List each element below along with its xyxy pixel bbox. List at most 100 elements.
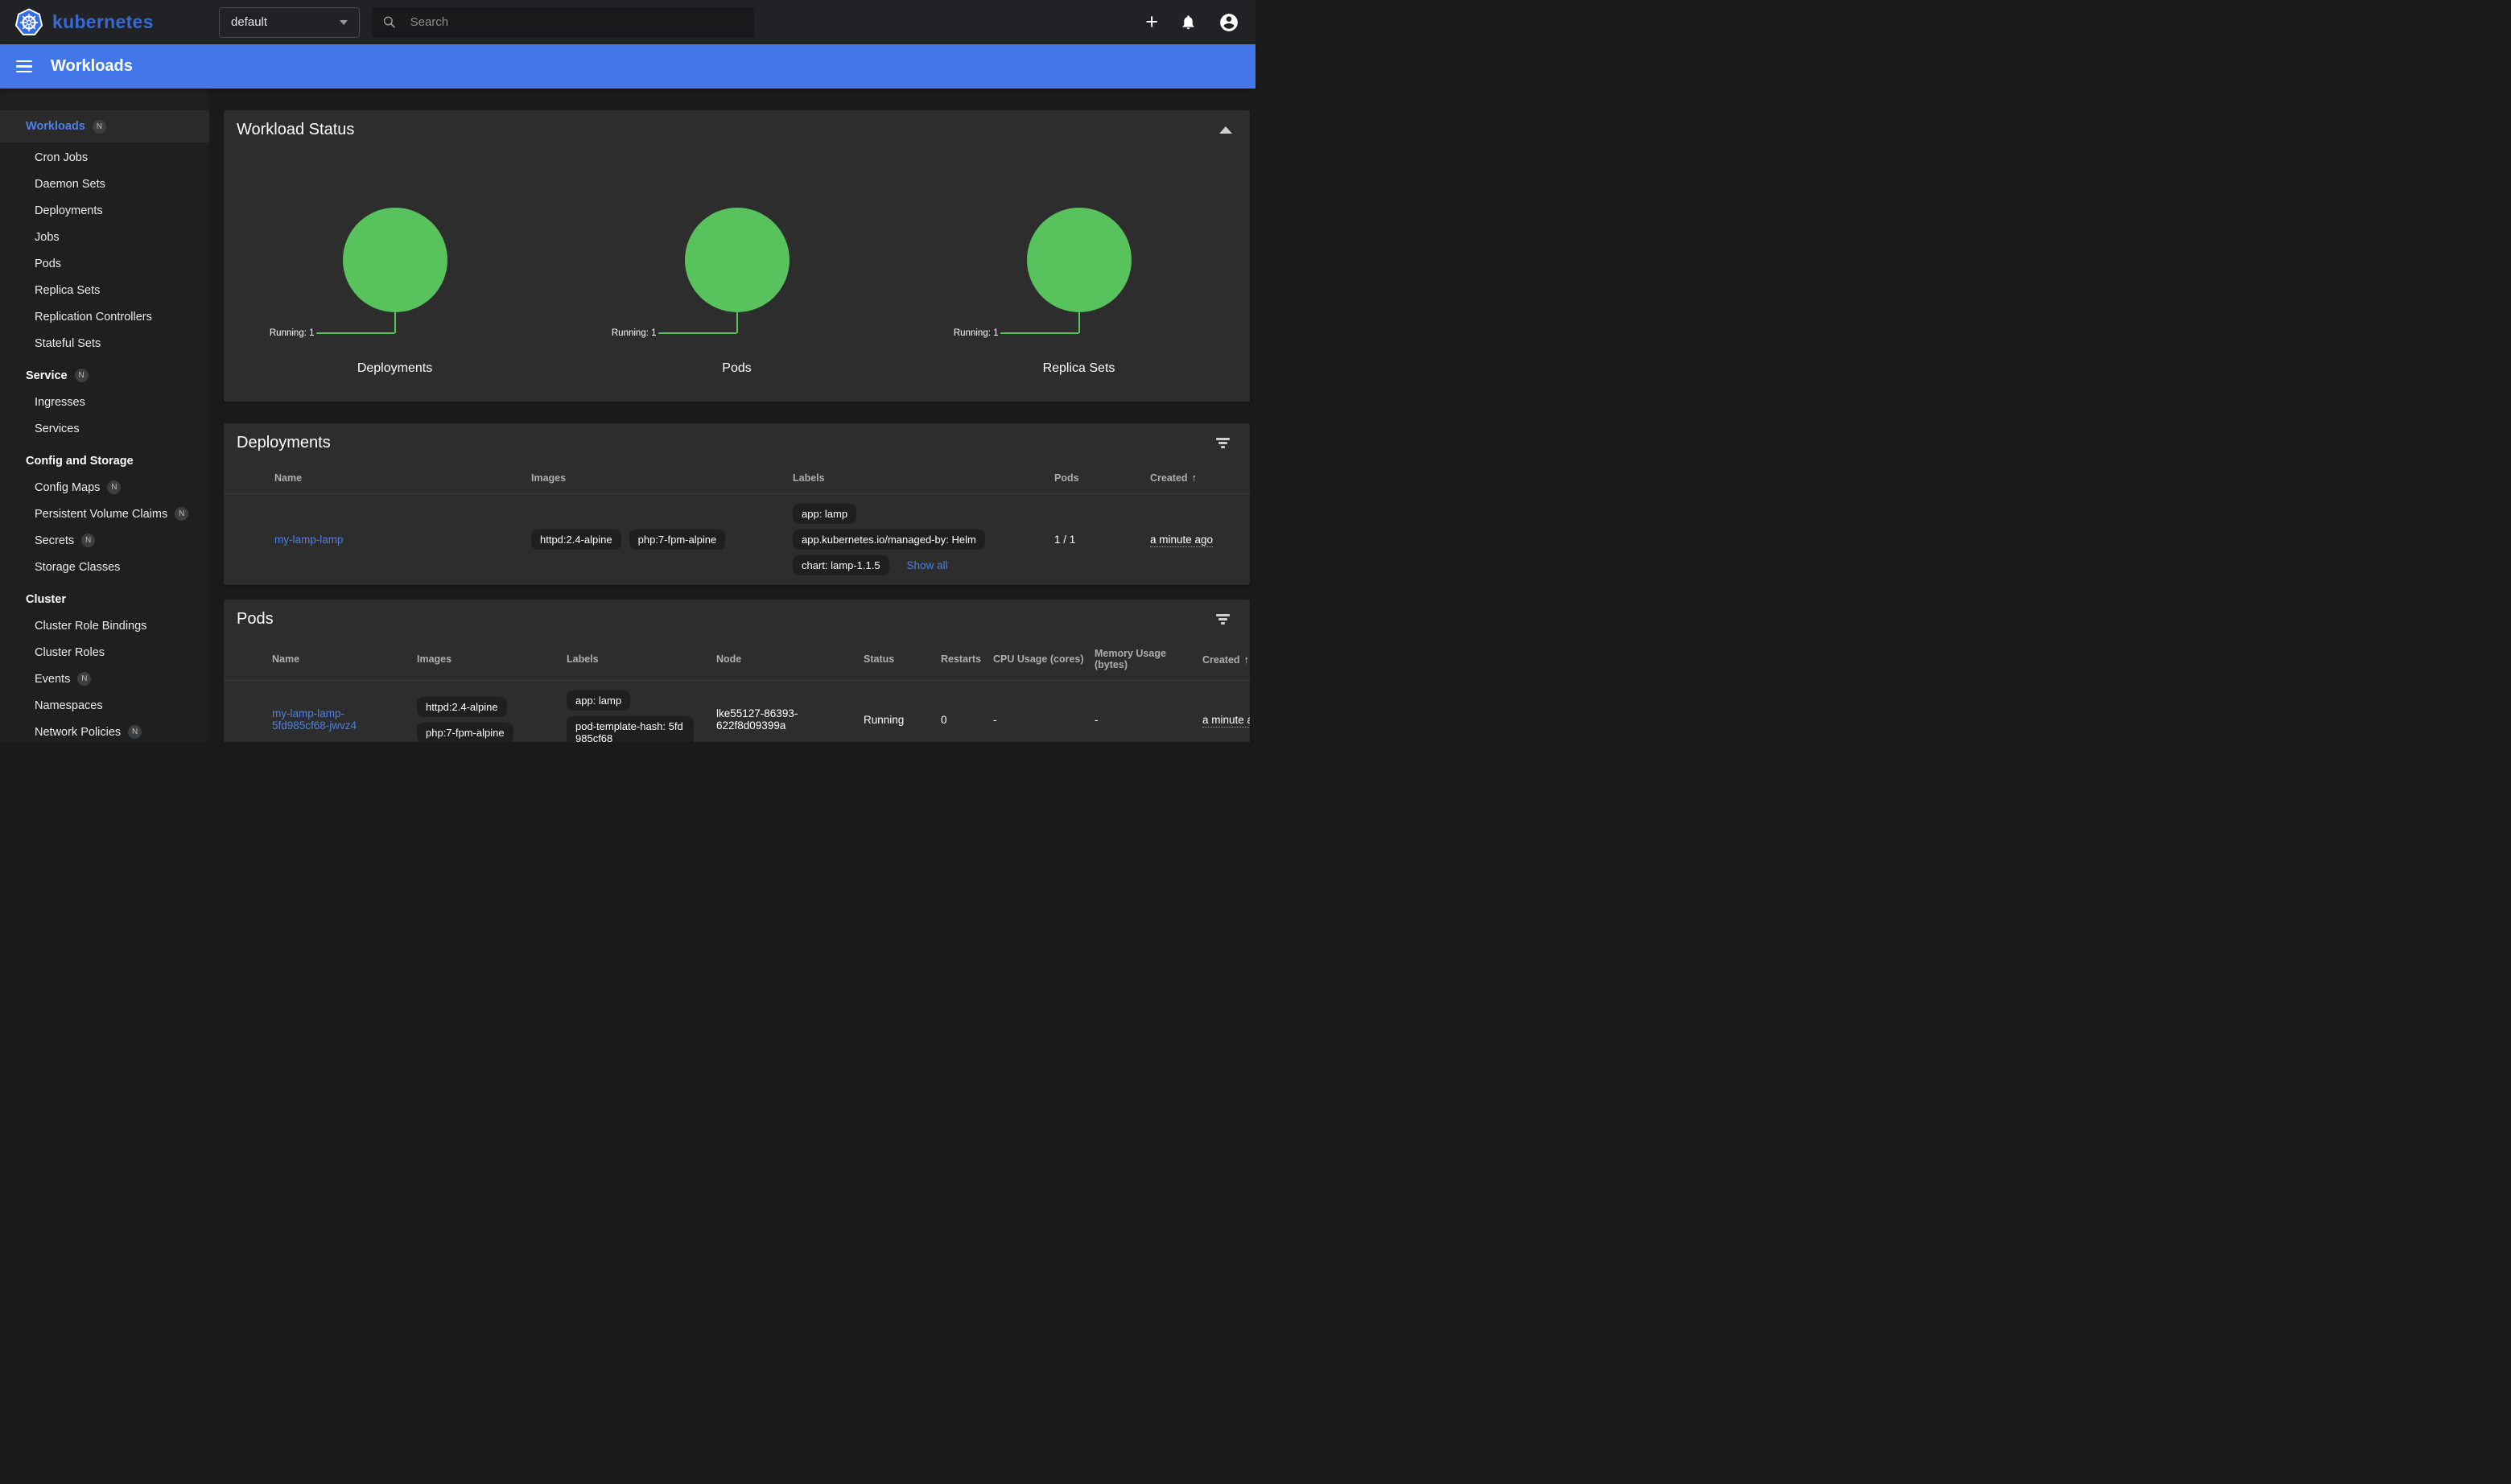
sidebar-item-service[interactable]: Service N xyxy=(0,362,209,389)
collapse-section-icon[interactable] xyxy=(1219,126,1232,134)
chart-title: Replica Sets xyxy=(1043,361,1115,376)
label-chip: pod-template-hash: 5fd985cf68 xyxy=(567,716,694,742)
pods-title: Pods xyxy=(237,610,274,629)
pods-table: Name Images Labels Node Status Restarts … xyxy=(224,638,1250,742)
sidebar-item-replica-sets[interactable]: Replica Sets xyxy=(0,277,209,303)
filter-icon[interactable] xyxy=(1214,612,1232,627)
pods-count: 1 / 1 xyxy=(1042,494,1138,586)
sidebar-item-secrets[interactable]: Secrets N xyxy=(0,527,209,554)
sidebar-item-pods[interactable]: Pods xyxy=(0,250,209,277)
namespaced-badge: N xyxy=(128,725,142,739)
table-row: my-lamp-lamp-5fd985cf68-jwvz4 httpd:2.4-… xyxy=(224,681,1250,743)
sidebar-item-cluster-roles[interactable]: Cluster Roles xyxy=(0,639,209,666)
sidebar-item-cluster-role-bindings[interactable]: Cluster Role Bindings xyxy=(0,612,209,639)
pie-slice-running xyxy=(685,208,790,312)
search-bar[interactable] xyxy=(372,7,754,38)
column-header-memory-usage[interactable]: Memory Usage (bytes) xyxy=(1085,638,1193,681)
search-input[interactable] xyxy=(409,14,744,30)
deployment-name-link[interactable]: my-lamp-lamp xyxy=(274,534,344,546)
column-header-status[interactable]: Status xyxy=(854,638,931,681)
show-all-link[interactable]: Show all xyxy=(907,559,948,571)
sidebar-item-cluster[interactable]: Cluster xyxy=(0,586,209,612)
sidebar-item-config-maps[interactable]: Config Maps N xyxy=(0,474,209,501)
namespaced-badge: N xyxy=(81,534,95,547)
create-resource-button[interactable]: + xyxy=(1145,11,1158,33)
image-chip: httpd:2.4-alpine xyxy=(417,697,507,717)
column-header-name[interactable]: Name xyxy=(262,638,407,681)
column-header-images[interactable]: Images xyxy=(407,638,557,681)
column-header-created[interactable]: Created↑ xyxy=(1193,638,1250,681)
workload-status-title: Workload Status xyxy=(237,121,354,139)
chevron-down-icon xyxy=(340,20,348,25)
sidebar-item-events[interactable]: Events N xyxy=(0,666,209,692)
sidebar-item-persistent-volume-claims[interactable]: Persistent Volume Claims N xyxy=(0,501,209,527)
label-chip: app.kubernetes.io/managed-by: Helm xyxy=(793,530,985,550)
pods-card: Pods Name Images Labels Node Stat xyxy=(224,600,1250,742)
kubernetes-logo-link[interactable]: kubernetes xyxy=(0,8,219,37)
sidebar-item-stateful-sets[interactable]: Stateful Sets xyxy=(0,330,209,357)
sidebar-item-jobs[interactable]: Jobs xyxy=(0,224,209,250)
replica-sets-pie-chart: Running: 1 Replica Sets xyxy=(908,208,1250,376)
column-header-labels[interactable]: Labels xyxy=(781,462,1042,494)
sort-ascending-icon: ↑ xyxy=(1244,653,1250,666)
leader-line xyxy=(659,332,737,334)
column-header-images[interactable]: Images xyxy=(519,462,781,494)
deployments-title: Deployments xyxy=(237,434,331,452)
sidebar-item-namespaces[interactable]: Namespaces xyxy=(0,692,209,719)
pod-name-link[interactable]: my-lamp-lamp-5fd985cf68-jwvz4 xyxy=(272,707,357,732)
deployments-card: Deployments Name Images Labels Pods xyxy=(224,423,1250,585)
column-header-created[interactable]: Created↑ xyxy=(1138,462,1250,494)
status-column-header xyxy=(224,462,262,494)
column-header-cpu-usage[interactable]: CPU Usage (cores) xyxy=(983,638,1085,681)
brand-name: kubernetes xyxy=(52,11,154,33)
sidebar-item-daemon-sets[interactable]: Daemon Sets xyxy=(0,171,209,197)
account-circle-icon xyxy=(1218,12,1239,33)
restarts-count: 0 xyxy=(931,681,983,743)
pie-label: Running: 1 xyxy=(270,328,315,338)
column-header-pods[interactable]: Pods xyxy=(1042,462,1138,494)
column-header-name[interactable]: Name xyxy=(262,462,519,494)
cpu-usage: - xyxy=(983,681,1085,743)
sort-ascending-icon: ↑ xyxy=(1192,472,1198,484)
pie-slice-running xyxy=(1027,208,1132,312)
namespaced-badge: N xyxy=(107,480,121,494)
chart-title: Deployments xyxy=(357,361,432,376)
pod-status: Running xyxy=(854,681,931,743)
sidebar-item-storage-classes[interactable]: Storage Classes xyxy=(0,554,209,580)
namespaced-badge: N xyxy=(75,369,89,382)
sidebar-item-workloads[interactable]: Workloads N xyxy=(0,110,209,142)
sidebar-item-deployments[interactable]: Deployments xyxy=(0,197,209,224)
memory-usage: - xyxy=(1085,681,1193,743)
label-chip: chart: lamp-1.1.5 xyxy=(793,555,889,575)
sidebar-item-config-and-storage[interactable]: Config and Storage xyxy=(0,447,209,474)
namespace-selector[interactable]: default xyxy=(219,7,360,38)
workload-status-card: Workload Status Running: 1 Deployments xyxy=(224,110,1250,402)
namespaced-badge: N xyxy=(175,507,188,521)
filter-icon[interactable] xyxy=(1214,435,1232,451)
column-header-node[interactable]: Node xyxy=(707,638,854,681)
topbar-actions: + xyxy=(1145,11,1256,33)
sidebar-item-network-policies[interactable]: Network Policies N xyxy=(0,719,209,742)
leader-line xyxy=(317,332,395,334)
top-bar: kubernetes default + xyxy=(0,0,1256,44)
deployments-table: Name Images Labels Pods Created↑ my-lamp… xyxy=(224,462,1250,585)
pie-label: Running: 1 xyxy=(954,328,999,338)
label-chip: app: lamp xyxy=(793,504,856,524)
column-header-labels[interactable]: Labels xyxy=(557,638,707,681)
sidebar-item-ingresses[interactable]: Ingresses xyxy=(0,389,209,415)
sidebar-item-replication-controllers[interactable]: Replication Controllers xyxy=(0,303,209,330)
main-content: Workload Status Running: 1 Deployments xyxy=(209,89,1256,742)
menu-button[interactable] xyxy=(16,60,32,73)
sidebar-item-cron-jobs[interactable]: Cron Jobs xyxy=(0,144,209,171)
account-button[interactable] xyxy=(1218,12,1239,33)
namespace-value: default xyxy=(231,15,267,29)
pie-slice-running xyxy=(343,208,447,312)
leader-line xyxy=(1001,332,1079,334)
column-header-restarts[interactable]: Restarts xyxy=(931,638,983,681)
notifications-button[interactable] xyxy=(1180,14,1197,31)
sidebar-item-services[interactable]: Services xyxy=(0,415,209,442)
bell-icon xyxy=(1180,14,1197,31)
status-column-header xyxy=(224,638,262,681)
node-name: lke55127-86393-622f8d09399a xyxy=(716,707,798,732)
created-timestamp: a minute ago xyxy=(1150,534,1213,547)
